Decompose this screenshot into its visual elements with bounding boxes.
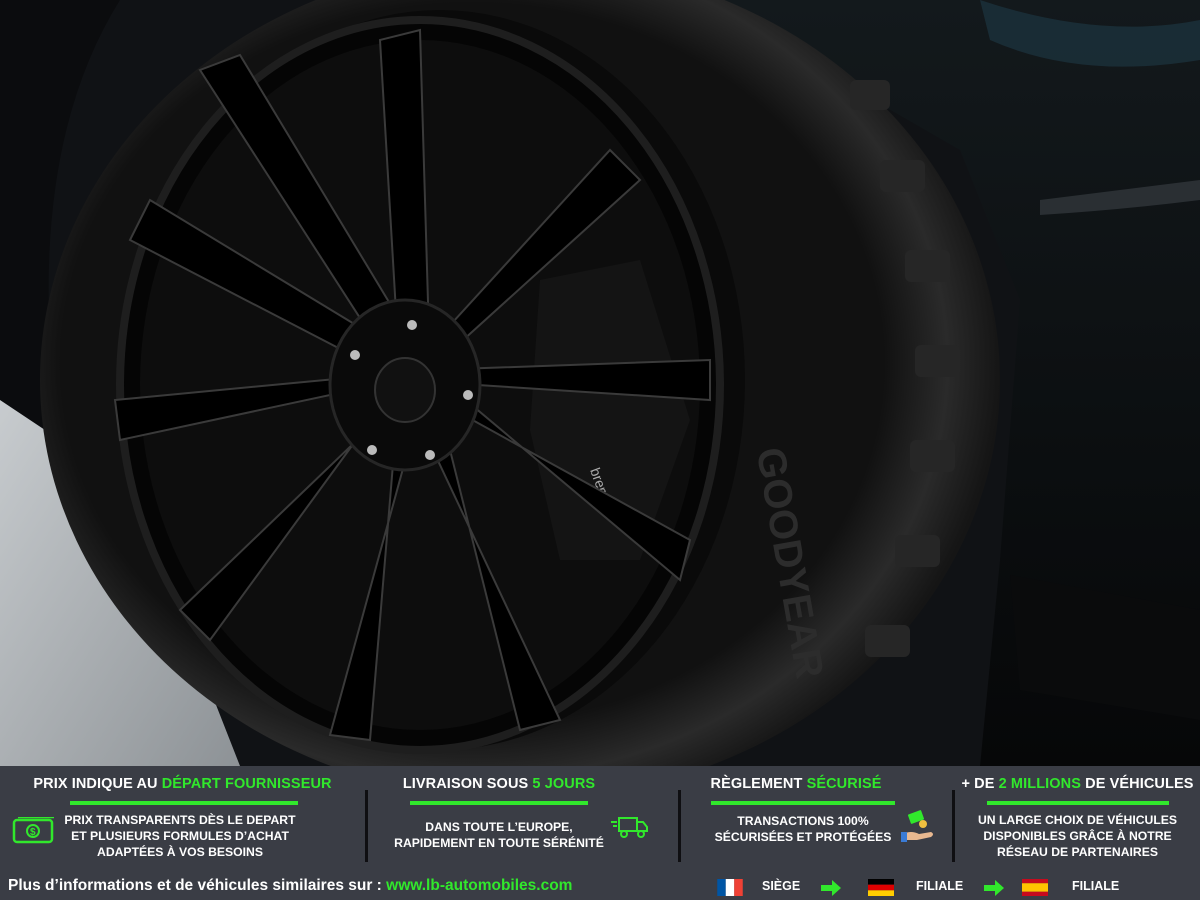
feature-delivery-title: LIVRAISON SOUS 5 JOURS bbox=[402, 776, 596, 792]
feature-delivery-underline bbox=[410, 801, 588, 805]
feature-delivery: LIVRAISON SOUS 5 JOURS DANS TOUTE L’EURO… bbox=[368, 766, 648, 866]
feature-vehicles: + DE 2 MILLIONS DE VÉHICULES UN LARGE CH… bbox=[955, 766, 1200, 866]
feature-vehicles-underline bbox=[987, 801, 1169, 805]
feature-payment: RÈGLEMENT SÉCURISÉ TRANSACTIONS 100% SÉC… bbox=[681, 766, 951, 866]
arrow-right-icon bbox=[984, 880, 1004, 896]
money-icon: $ bbox=[12, 817, 54, 844]
france-flag-icon bbox=[717, 879, 743, 896]
website-link[interactable]: www.lb-automobiles.com bbox=[386, 877, 572, 894]
footer-text: Plus d’informations et de véhicules simi… bbox=[8, 877, 573, 894]
feature-price: PRIX INDIQUE AU DÉPART FOURNISSEUR $ PRI… bbox=[0, 766, 365, 866]
payment-hand-icon bbox=[901, 810, 933, 842]
germany-flag-icon bbox=[868, 879, 894, 896]
car-wheel-photo: brembo GOODYEAR bbox=[0, 0, 1200, 766]
feature-price-title: PRIX INDIQUE AU DÉPART FOURNISSEUR bbox=[33, 776, 332, 792]
info-banner: PRIX INDIQUE AU DÉPART FOURNISSEUR $ PRI… bbox=[0, 766, 1200, 900]
feature-payment-title: RÈGLEMENT SÉCURISÉ bbox=[710, 776, 882, 792]
footer-line: Plus d’informations et de véhicules simi… bbox=[0, 877, 1200, 899]
delivery-truck-icon bbox=[611, 817, 648, 838]
feature-vehicles-title: + DE 2 MILLIONS DE VÉHICULES bbox=[961, 776, 1194, 792]
feature-vehicles-desc: UN LARGE CHOIX DE VÉHICULES DISPONIBLES … bbox=[977, 813, 1178, 859]
svg-text:$: $ bbox=[30, 827, 36, 838]
feature-delivery-desc: DANS TOUTE L’EUROPE, RAPIDEMENT EN TOUTE… bbox=[394, 820, 604, 850]
ad-image: brembo GOODYEAR PRIX INDIQUE AU DÉPART F… bbox=[0, 0, 1200, 900]
spain-flag-icon bbox=[1022, 879, 1048, 896]
feature-payment-underline bbox=[711, 801, 895, 805]
arrow-right-icon bbox=[821, 880, 841, 896]
location-label: SIÈGE bbox=[762, 879, 801, 893]
location-label: FILIALE bbox=[1072, 879, 1120, 893]
feature-price-desc: PRIX TRANSPARENTS DÈS LE DEPART ET PLUSI… bbox=[64, 813, 296, 859]
feature-payment-desc: TRANSACTIONS 100% SÉCURISÉES ET PROTÉGÉE… bbox=[714, 814, 892, 844]
feature-price-underline bbox=[70, 801, 298, 805]
location-label: FILIALE bbox=[916, 879, 964, 893]
